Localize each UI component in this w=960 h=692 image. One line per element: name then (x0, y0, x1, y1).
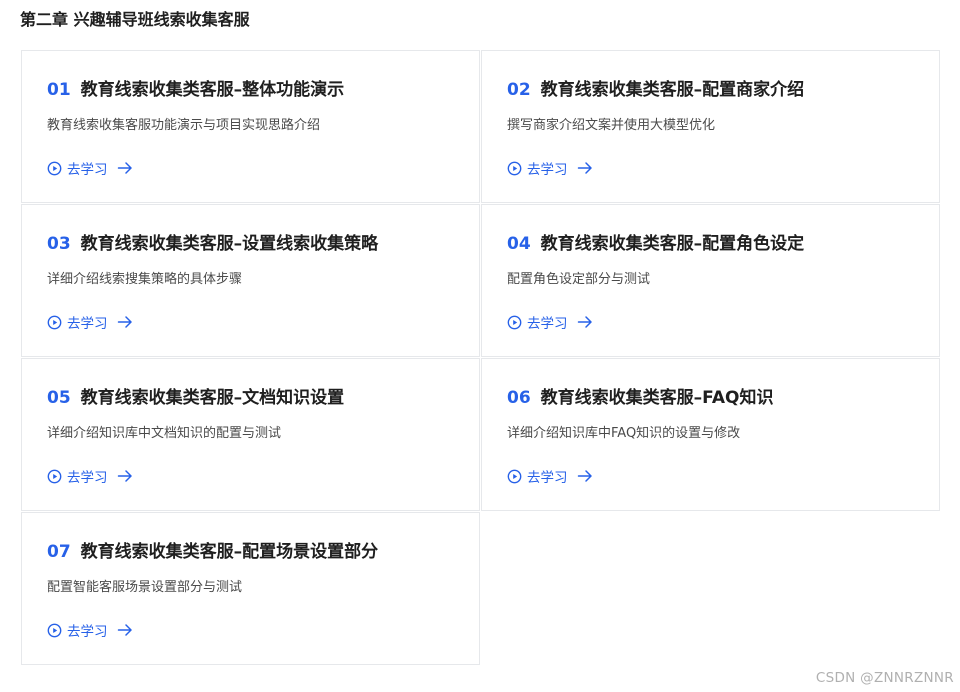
lesson-title-text: 教育线索收集类客服–配置场景设置部分 (80, 542, 379, 562)
chapter-title: 第二章 兴趣辅导班线索收集客服 (20, 10, 250, 29)
arrow-right-icon (117, 316, 132, 328)
lesson-number: 01 (47, 80, 71, 100)
go-learn-label: 去学习 (67, 624, 108, 640)
play-circle-icon (47, 623, 62, 637)
arrow-right-icon (117, 162, 132, 174)
lesson-title: 02 教育线索收集类客服–配置商家介绍 (507, 79, 804, 101)
lesson-description: 教育线索收集客服功能演示与项目实现思路介绍 (47, 118, 321, 133)
lesson-title: 07 教育线索收集类客服–配置场景设置部分 (47, 541, 378, 563)
lesson-card-04: 04 教育线索收集类客服–配置角色设定 配置角色设定部分与测试 去学习 (481, 204, 940, 357)
go-learn-button[interactable]: 去学习 (47, 312, 133, 332)
lesson-title-text: 教育线索收集类客服–设置线索收集策略 (80, 234, 379, 254)
go-learn-button[interactable]: 去学习 (47, 620, 133, 640)
play-circle-icon (47, 469, 62, 483)
arrow-right-icon (577, 316, 592, 328)
lesson-number: 02 (507, 80, 531, 100)
play-circle-icon (507, 469, 522, 483)
watermark: CSDN @ZNNRZNNR (815, 670, 954, 686)
lesson-description: 详细介绍知识库中文档知识的配置与测试 (47, 426, 282, 441)
lesson-title: 06 教育线索收集类客服–FAQ知识 (507, 387, 773, 409)
play-circle-icon (507, 161, 522, 175)
lesson-number: 05 (47, 388, 71, 408)
lesson-title: 04 教育线索收集类客服–配置角色设定 (507, 233, 804, 255)
lesson-title-text: 教育线索收集类客服–配置角色设定 (540, 234, 805, 254)
go-learn-label: 去学习 (527, 162, 568, 178)
play-circle-icon (507, 315, 522, 329)
page: 第二章 兴趣辅导班线索收集客服 01 教育线索收集类客服–整体功能演示 教育线索收… (0, 0, 960, 692)
arrow-right-icon (577, 162, 592, 174)
lesson-title-text: 教育线索收集类客服–整体功能演示 (80, 80, 345, 100)
lesson-card-06: 06 教育线索收集类客服–FAQ知识 详细介绍知识库中FAQ知识的设置与修改 去学… (481, 358, 940, 511)
arrow-right-icon (117, 624, 132, 636)
lesson-number: 04 (507, 234, 531, 254)
go-learn-button[interactable]: 去学习 (507, 312, 593, 332)
lesson-description: 详细介绍线索搜集策略的具体步骤 (47, 272, 243, 287)
go-learn-button[interactable]: 去学习 (47, 466, 133, 486)
lesson-title-text: 教育线索收集类客服–配置商家介绍 (540, 80, 805, 100)
lesson-card-01: 01 教育线索收集类客服–整体功能演示 教育线索收集客服功能演示与项目实现思路介绍… (21, 50, 480, 203)
play-circle-icon (47, 161, 62, 175)
go-learn-label: 去学习 (67, 316, 108, 332)
go-learn-button[interactable]: 去学习 (507, 158, 593, 178)
lesson-card-07: 07 教育线索收集类客服–配置场景设置部分 配置智能客服场景设置部分与测试 去学习 (21, 512, 480, 665)
lesson-title-text: 教育线索收集类客服–文档知识设置 (80, 388, 345, 408)
go-learn-button[interactable]: 去学习 (47, 158, 133, 178)
lesson-number: 06 (507, 388, 531, 408)
lesson-number: 07 (47, 542, 71, 562)
lesson-description: 详细介绍知识库中FAQ知识的设置与修改 (507, 426, 741, 441)
lesson-description: 配置角色设定部分与测试 (507, 272, 651, 287)
go-learn-button[interactable]: 去学习 (507, 466, 593, 486)
lesson-card-05: 05 教育线索收集类客服–文档知识设置 详细介绍知识库中文档知识的配置与测试 去学… (21, 358, 480, 511)
lesson-description: 配置智能客服场景设置部分与测试 (47, 580, 243, 595)
lesson-title: 03 教育线索收集类客服–设置线索收集策略 (47, 233, 378, 255)
lesson-title: 01 教育线索收集类客服–整体功能演示 (47, 79, 344, 101)
lesson-title-text: 教育线索收集类客服–FAQ知识 (540, 388, 774, 408)
lesson-number: 03 (47, 234, 71, 254)
lesson-description: 撰写商家介绍文案并使用大模型优化 (507, 118, 716, 133)
lesson-card-02: 02 教育线索收集类客服–配置商家介绍 撰写商家介绍文案并使用大模型优化 去学习 (481, 50, 940, 203)
go-learn-label: 去学习 (527, 316, 568, 332)
lesson-title: 05 教育线索收集类客服–文档知识设置 (47, 387, 344, 409)
lesson-card-03: 03 教育线索收集类客服–设置线索收集策略 详细介绍线索搜集策略的具体步骤 去学习 (21, 204, 480, 357)
go-learn-label: 去学习 (67, 470, 108, 486)
arrow-right-icon (117, 470, 132, 482)
go-learn-label: 去学习 (67, 162, 108, 178)
go-learn-label: 去学习 (527, 470, 568, 486)
play-circle-icon (47, 315, 62, 329)
arrow-right-icon (577, 470, 592, 482)
